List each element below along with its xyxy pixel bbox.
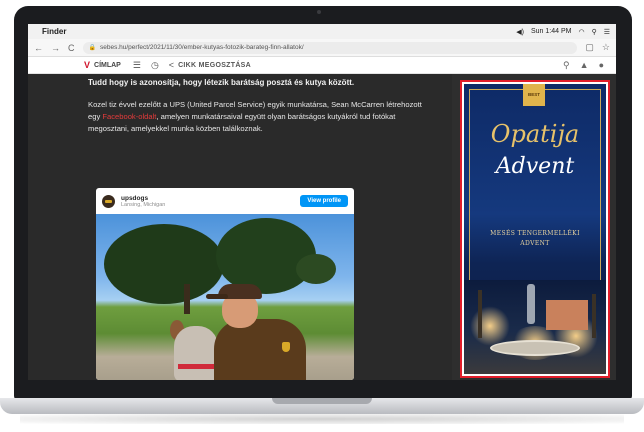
volume-icon[interactable]: ◀) [516,28,524,36]
user-icon[interactable]: ● [599,60,604,71]
laptop-shadow [20,414,624,424]
account-avatar[interactable] [102,194,115,208]
site-logo[interactable]: V [84,60,90,70]
bookmark-star-icon[interactable]: ☆ [602,42,610,53]
mac-menu-bar: Finder ◀) Sun 1:44 PM ◠ ⚲ ☰ [28,24,616,39]
article-content: Tudd hogy is azonosítja, hogy létezik ba… [28,74,452,380]
fountain [490,340,580,356]
ups-logo-badge [282,342,290,352]
tree-trunk [184,284,190,314]
article-paragraph: Kozel tiz évvel ezelőtt a UPS (United Pa… [88,99,433,135]
account-name[interactable]: upsdogs [121,195,165,202]
courier-cap-brim [206,294,228,299]
screen: Finder ◀) Sun 1:44 PM ◠ ⚲ ☰ ← → C 🔒 sebe… [28,24,616,380]
account-location: Lansing, Michigan [121,201,166,208]
menu-app-name[interactable]: Finder [42,27,66,36]
laptop-notch [272,398,372,404]
menu-icon[interactable]: ☰ [133,60,141,71]
camera [317,10,321,14]
post-photo[interactable] [96,214,354,380]
dog-collar [178,364,214,369]
view-profile-button[interactable]: View profile [300,195,348,207]
dog [174,326,218,380]
facebook-page-link[interactable]: Facebook-oldalt [102,112,156,121]
bell-icon[interactable]: ▲ [580,60,589,71]
reload-icon[interactable]: C [68,43,75,53]
ad-title-line2: Advent [495,154,575,179]
account-info: upsdogs Lansing, Michigan [121,195,165,208]
menu-clock[interactable]: Sun 1:44 PM [531,28,571,35]
wifi-icon[interactable]: ◠ [578,28,584,36]
villa [546,300,588,330]
light-glow [470,306,510,346]
back-icon[interactable]: ← [34,43,43,53]
tab-overview-icon[interactable]: ▢ [585,42,594,53]
tree-left [104,224,224,304]
share-article-link[interactable]: CIKK MEGOSZTÁSA [178,62,251,69]
palm-tree [478,290,482,338]
ad-title-line1: Opatija [490,120,580,148]
embed-header: upsdogs Lansing, Michigan View profile [96,188,354,214]
courier-body [214,319,306,380]
clock-icon[interactable]: ◷ [151,60,159,71]
ad-artwork: BEST Opatija Advent MESÉS TENGERMELLÉKI … [464,84,606,374]
ad-night-scene [464,280,606,374]
laptop-scene: Finder ◀) Sun 1:44 PM ◠ ⚲ ☰ ← → C 🔒 sebe… [0,0,644,432]
statue [527,284,535,324]
site-navigation: V CÍMLAP ☰ ◷ < CIKK MEGOSZTÁSA ⚲ ▲ ● [28,57,616,74]
browser-toolbar: ← → C 🔒 sebes.hu/perfect/2021/11/30/embe… [28,39,616,57]
site-nav-actions: ⚲ ▲ ● [563,60,604,71]
tree-right [216,218,316,294]
share-icon[interactable]: < [169,60,174,70]
advertisement-banner[interactable]: BEST Opatija Advent MESÉS TENGERMELLÉKI … [460,80,610,378]
ad-subtitle-line1: MESÉS TENGERMELLÉKI [490,230,580,237]
article-lead: Tudd hogy is azonosítja, hogy létezik ba… [88,78,355,87]
address-text: sebes.hu/perfect/2021/11/30/ember-kutyas… [99,44,304,51]
control-center-icon[interactable]: ☰ [604,28,610,36]
tree-far [296,254,336,284]
search-icon[interactable]: ⚲ [563,60,570,71]
ad-badge: BEST [523,84,545,106]
palm-tree [592,294,596,338]
instagram-embed: upsdogs Lansing, Michigan View profile [96,188,354,380]
lock-icon: 🔒 [88,45,96,51]
forward-icon[interactable]: → [51,43,60,53]
ad-subtitle-line2: ADVENT [520,240,550,247]
home-link[interactable]: CÍMLAP [94,62,121,69]
address-bar[interactable]: 🔒 sebes.hu/perfect/2021/11/30/ember-kuty… [82,41,578,54]
spotlight-icon[interactable]: ⚲ [592,28,597,36]
menu-status-area: ◀) Sun 1:44 PM ◠ ⚲ ☰ [516,28,610,36]
